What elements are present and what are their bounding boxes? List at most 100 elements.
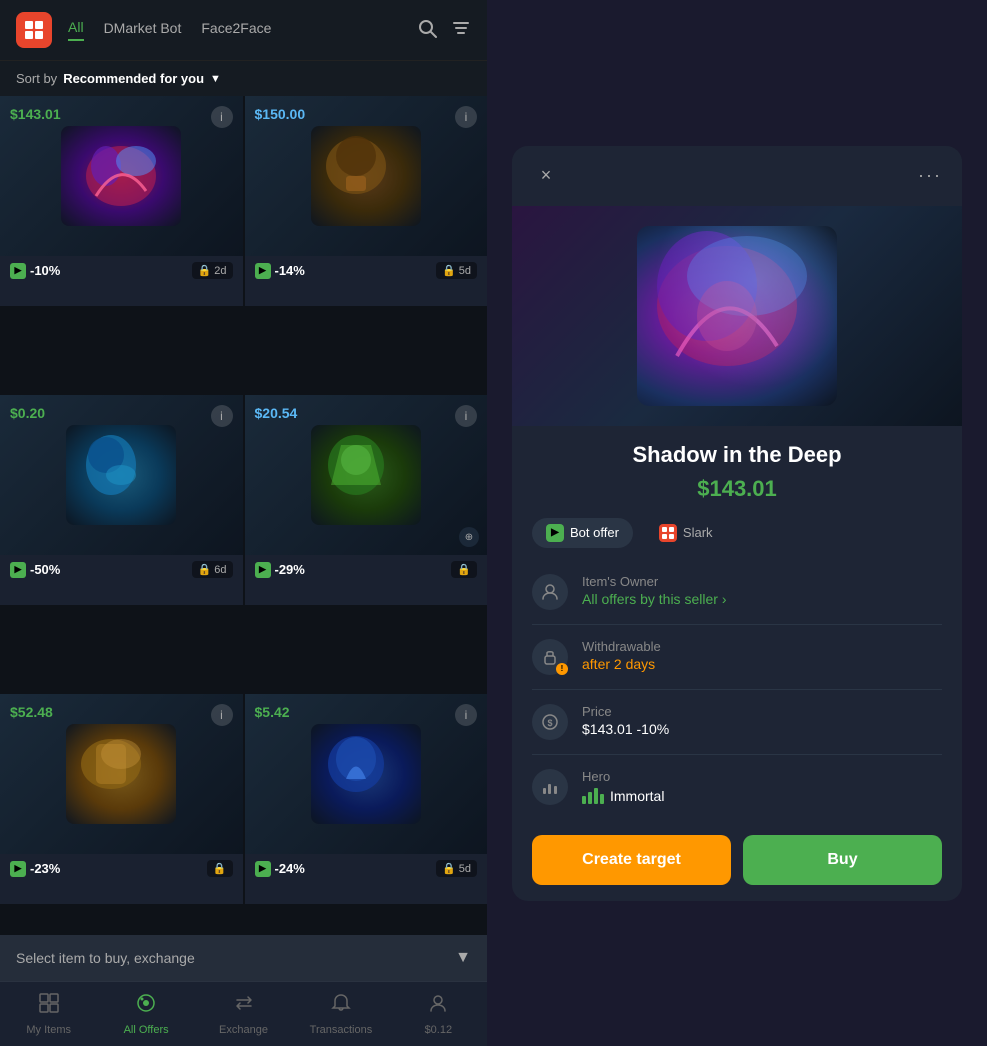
list-item[interactable]: $143.01 i ▶ -10% 🔒 2d (0, 96, 243, 306)
dmarket-icon: ▶ (255, 861, 271, 877)
hero-icon (532, 769, 568, 805)
bottom-nav-my-items[interactable]: My Items (0, 984, 97, 1044)
dmarket-icon: ▶ (255, 562, 271, 578)
list-item[interactable]: $5.42 i ▶ -24% 🔒 5d (245, 694, 488, 904)
buy-button[interactable]: Buy (743, 835, 942, 885)
tab-bot-offer[interactable]: ▶ Bot offer (532, 518, 633, 548)
modal-item-thumbnail (637, 226, 837, 406)
items-grid: $143.01 i ▶ -10% 🔒 2d (0, 96, 487, 991)
hero-bar (582, 796, 586, 804)
item-info-button[interactable]: i (455, 106, 477, 128)
dmarket-icon: ▶ (255, 263, 271, 279)
bottom-nav: My Items All Offers Exchange (0, 981, 487, 1046)
price-content: Price $143.01 -10% (582, 704, 942, 737)
owner-content: Item's Owner All offers by this seller › (582, 574, 942, 607)
owner-icon (532, 574, 568, 610)
close-button[interactable]: × (532, 162, 560, 190)
item-thumbnail (311, 724, 421, 824)
sort-chevron-icon[interactable]: ▼ (210, 73, 221, 85)
item-price: $20.54 (255, 405, 298, 421)
hero-content: Hero Immortal (582, 769, 942, 804)
item-price: $5.42 (255, 704, 290, 720)
tab-face2face[interactable]: Face2Face (201, 20, 271, 40)
steam-icon: ⊕ (459, 527, 479, 547)
price-icon: $ (532, 704, 568, 740)
bottom-nav-exchange[interactable]: Exchange (195, 984, 292, 1044)
lock-badge: 🔒 (451, 561, 477, 578)
tab-dmarket-bot[interactable]: DMarket Bot (104, 20, 182, 40)
dmarket-icon: ▶ (10, 861, 26, 877)
filter-icon[interactable] (451, 18, 471, 43)
all-offers-icon (135, 992, 157, 1020)
exchange-icon (233, 992, 255, 1020)
price-value: $143.01 -10% (582, 721, 942, 737)
exchange-label: Exchange (219, 1024, 268, 1036)
modal-actions: Create target Buy (512, 819, 962, 901)
item-footer: ▶ -50% 🔒 6d (0, 555, 243, 584)
create-target-button[interactable]: Create target (532, 835, 731, 885)
all-offers-label: All Offers (124, 1024, 169, 1036)
owner-link[interactable]: All offers by this seller › (582, 591, 942, 607)
dmarket-tab-icon: ▶ (546, 524, 564, 542)
hero-bar (594, 788, 598, 804)
item-thumbnail (311, 425, 421, 525)
tab-slark[interactable]: Slark (645, 518, 727, 548)
slark-label: Slark (683, 525, 713, 540)
hero-badge: Immortal (582, 788, 942, 804)
item-price: $0.20 (10, 405, 45, 421)
balance-label: $0.12 (425, 1024, 453, 1036)
item-image-container: $150.00 i (245, 96, 488, 256)
list-item[interactable]: $150.00 i ▶ -14% 🔒 5d (245, 96, 488, 306)
my-items-label: My Items (26, 1024, 71, 1036)
svg-text:$: $ (547, 718, 552, 728)
lock-icon: ! (532, 639, 568, 675)
item-info-button[interactable]: i (211, 106, 233, 128)
tab-all[interactable]: All (68, 19, 84, 41)
bottom-nav-profile[interactable]: $0.12 (390, 984, 487, 1044)
item-price: $52.48 (10, 704, 53, 720)
sort-value[interactable]: Recommended for you (63, 71, 204, 86)
item-info-button[interactable]: i (455, 405, 477, 427)
sort-prefix: Sort by (16, 71, 57, 86)
withdrawable-value: after 2 days (582, 656, 942, 672)
item-info-button[interactable]: i (455, 704, 477, 726)
item-thumbnail (311, 126, 421, 226)
lock-badge: 🔒 2d (192, 262, 233, 279)
hero-value: Immortal (610, 788, 664, 804)
more-options-button[interactable]: ··· (918, 165, 942, 186)
left-panel: All DMarket Bot Face2Face Sort by Re (0, 0, 487, 1046)
withdrawable-content: Withdrawable after 2 days (582, 639, 942, 672)
item-discount: ▶ -24% (255, 861, 305, 877)
hero-label: Hero (582, 769, 942, 784)
owner-label: Item's Owner (582, 574, 942, 589)
bot-offer-label: Bot offer (570, 525, 619, 540)
item-thumbnail (66, 724, 176, 824)
item-footer: ▶ -14% 🔒 5d (245, 256, 488, 285)
dmarket-icon: ▶ (10, 263, 26, 279)
modal-item-name: Shadow in the Deep (512, 426, 962, 472)
bottom-nav-transactions[interactable]: Transactions (292, 984, 389, 1044)
top-nav: All DMarket Bot Face2Face (0, 0, 487, 61)
item-info-button[interactable]: i (211, 405, 233, 427)
bottom-nav-all-offers[interactable]: All Offers (97, 984, 194, 1044)
app-logo (16, 12, 52, 48)
nav-tabs: All DMarket Bot Face2Face (68, 19, 401, 41)
select-chevron-icon: ▼ (455, 949, 471, 967)
item-thumbnail (61, 126, 181, 226)
hero-bar (600, 794, 604, 804)
list-item[interactable]: $20.54 i ⊕ ▶ -29% 🔒 (245, 395, 488, 605)
item-info-button[interactable]: i (211, 704, 233, 726)
list-item[interactable]: $52.48 i ▶ -23% 🔒 (0, 694, 243, 904)
item-footer: ▶ -10% 🔒 2d (0, 256, 243, 285)
transactions-label: Transactions (310, 1024, 373, 1036)
search-icon[interactable] (417, 18, 437, 43)
select-item-bar[interactable]: Select item to buy, exchange ▼ (0, 935, 487, 981)
item-image-container: $20.54 i ⊕ (245, 395, 488, 555)
right-panel: × ··· Shadow in the Deep $143.01 ▶ Bot (487, 0, 987, 1046)
item-thumbnail (66, 425, 176, 525)
profile-icon (427, 992, 449, 1020)
list-item[interactable]: $0.20 i ▶ -50% 🔒 6d (0, 395, 243, 605)
item-detail-modal: × ··· Shadow in the Deep $143.01 ▶ Bot (512, 146, 962, 901)
item-image-container: $5.42 i (245, 694, 488, 854)
grid-icon (38, 992, 60, 1020)
